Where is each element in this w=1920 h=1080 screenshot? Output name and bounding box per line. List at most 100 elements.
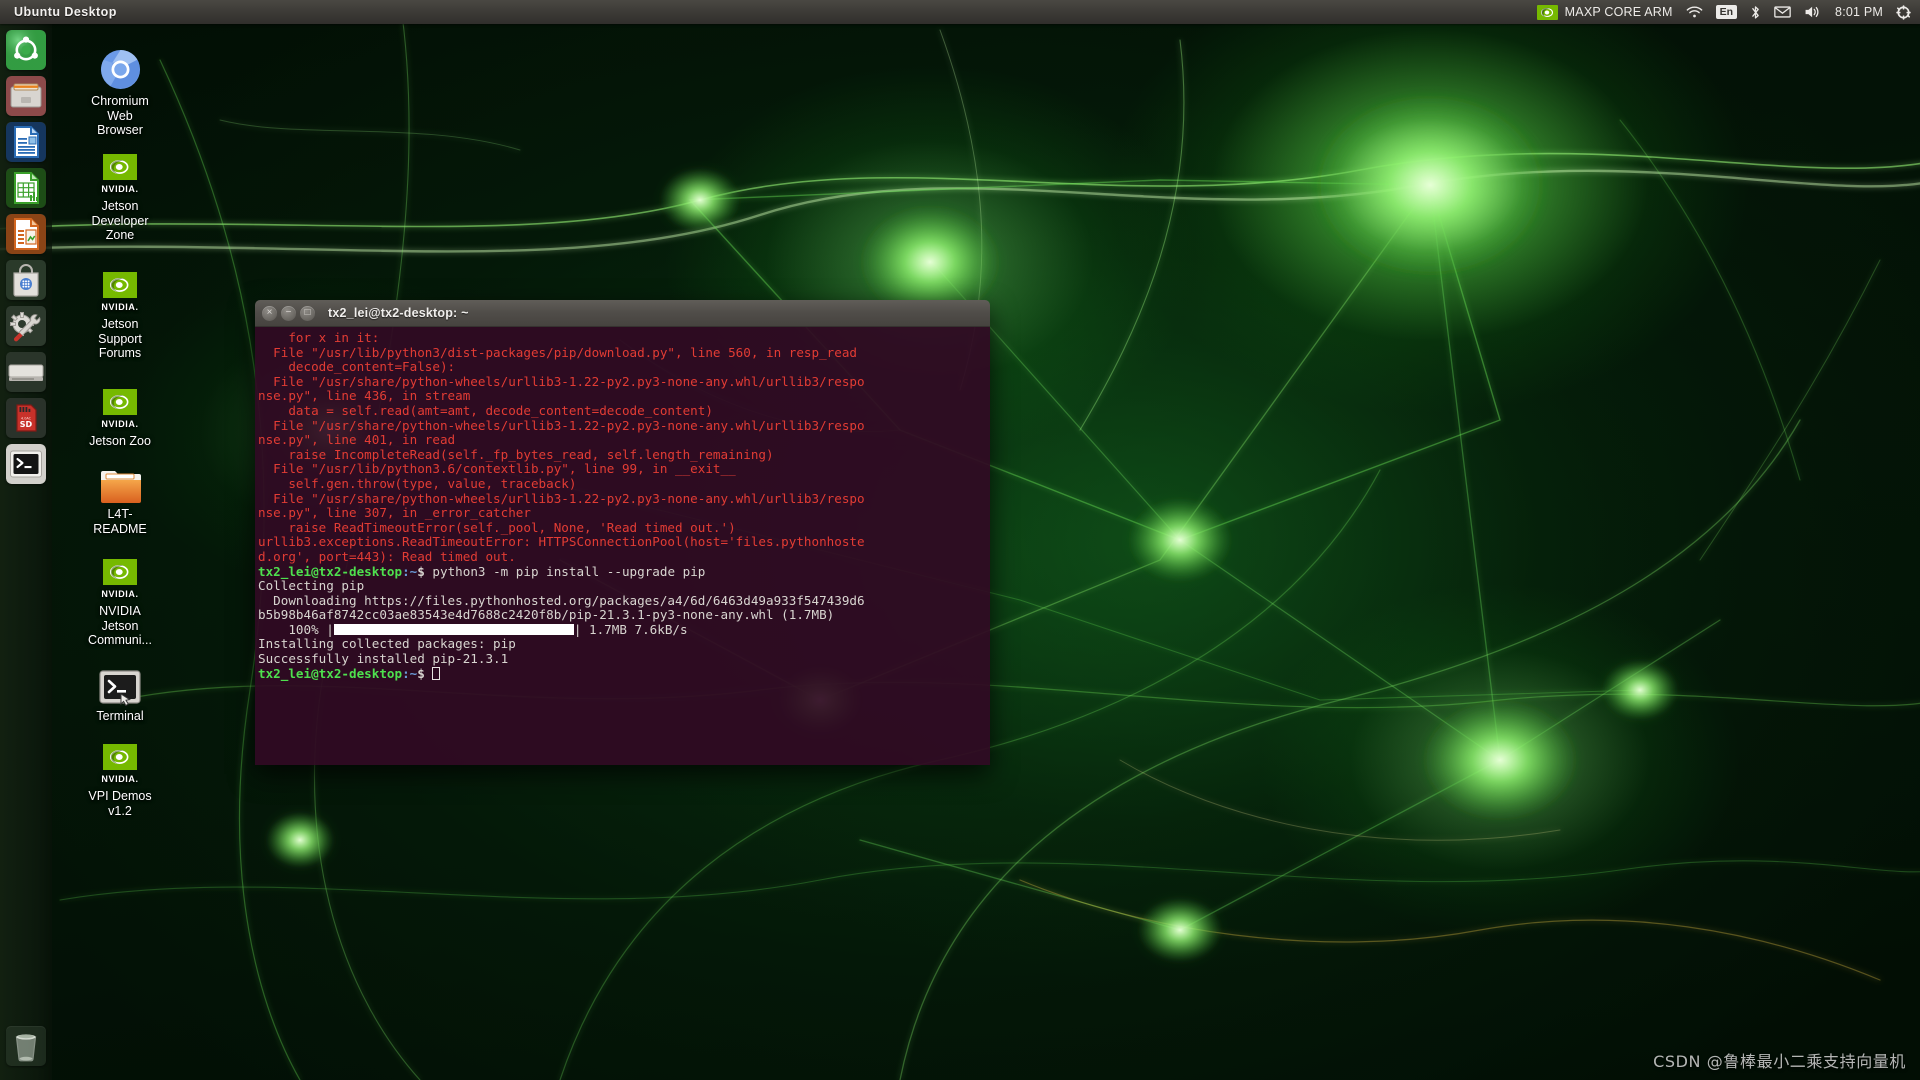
launcher-item-libreoffice-calc[interactable] — [6, 168, 46, 208]
trash-bin-icon — [6, 1026, 46, 1066]
terminal-cursor — [432, 666, 441, 680]
impress-presentation-icon — [6, 214, 46, 254]
desktop-icon-jetson-developer-zone[interactable]: NVIDIA. Jetson Developer Zone — [72, 150, 168, 243]
close-icon[interactable]: × — [262, 305, 277, 321]
desktop-icon-label: Chromium Web Browser — [91, 94, 149, 137]
terminal-line: data = self.read(amt=amt, decode_content… — [258, 402, 713, 418]
writer-document-icon — [6, 122, 46, 162]
launcher-item-sd-card[interactable]: SD 4.0AC — [6, 398, 46, 438]
svg-text:SD: SD — [20, 420, 33, 429]
terminal-line: File "/usr/share/python-wheels/urllib3-1… — [258, 417, 865, 433]
desktop-icon-terminal[interactable]: Terminal — [72, 660, 168, 724]
desktop-icon-chromium[interactable]: Chromium Web Browser — [72, 45, 168, 138]
bluetooth-icon[interactable] — [1750, 5, 1761, 20]
terminal-line: File "/usr/lib/python3/dist-packages/pip… — [258, 344, 857, 360]
keyboard-layout-indicator[interactable]: En — [1715, 5, 1738, 19]
nvidia-wordmark: NVIDIA. — [101, 301, 139, 312]
desktop-icon-jetson-support-forums[interactable]: NVIDIA. Jetson Support Forums — [72, 268, 168, 361]
nvidia-wordmark: NVIDIA. — [101, 183, 139, 194]
progress-suffix: | 1.7MB 7.6kB/s — [573, 621, 688, 637]
launcher-item-ubuntu-dash[interactable] — [6, 30, 46, 70]
desktop-icon-vpi-demos[interactable]: NVIDIA. VPI Demos v1.2 — [72, 740, 168, 818]
gear-wrench-icon — [6, 306, 46, 346]
desktop-icon-jetson-community[interactable]: NVIDIA. NVIDIA Jetson Communi... — [72, 555, 168, 648]
terminal-icon — [72, 660, 168, 706]
envelope-icon[interactable] — [1774, 6, 1791, 18]
nvidia-indicator-label: MAXP CORE ARM — [1564, 5, 1673, 19]
minimize-icon[interactable]: − — [281, 305, 296, 321]
launcher-item-disk-drive[interactable] — [6, 352, 46, 392]
nvidia-icon: NVIDIA. — [72, 268, 168, 314]
shell-prompt-user: tx2_lei@tx2-desktop — [258, 563, 403, 579]
terminal-icon — [6, 444, 46, 484]
gear-power-icon[interactable] — [1896, 4, 1911, 20]
shell-prompt-user: tx2_lei@tx2-desktop — [258, 665, 403, 681]
terminal-line: File "/usr/share/python-wheels/urllib3-1… — [258, 490, 865, 506]
terminal-line: d.org', port=443): Read timed out. — [258, 548, 516, 564]
desktop-icon-jetson-zoo[interactable]: NVIDIA. Jetson Zoo — [72, 385, 168, 449]
nvidia-eye-icon — [1536, 4, 1558, 20]
launcher-item-libreoffice-impress[interactable] — [6, 214, 46, 254]
folder-icon — [72, 458, 168, 504]
shell-command: python3 -m pip install --upgrade pip — [432, 563, 706, 579]
progress-bar — [333, 623, 574, 635]
terminal-titlebar[interactable]: × − □ tx2_lei@tx2-desktop: ~ — [255, 300, 990, 327]
software-center-bag-icon — [6, 260, 46, 300]
terminal-line: Downloading https://files.pythonhosted.o… — [258, 592, 865, 608]
launcher-item-system-settings[interactable] — [6, 306, 46, 346]
nvidia-wordmark: NVIDIA. — [101, 773, 139, 784]
clock[interactable]: 8:01 PM — [1835, 5, 1883, 19]
launcher-item-ubuntu-software[interactable] — [6, 260, 46, 300]
desktop-icon-label: NVIDIA Jetson Communi... — [88, 604, 152, 647]
panel-indicators: MAXP CORE ARM En 8:01 PM — [1536, 4, 1920, 20]
shell-prompt-symbol: $ — [417, 665, 433, 681]
terminal-line: self.gen.throw(type, value, traceback) — [258, 475, 577, 491]
launcher-item-libreoffice-writer[interactable] — [6, 122, 46, 162]
panel-title: Ubuntu Desktop — [14, 5, 117, 19]
unity-launcher: SD 4.0AC — [0, 24, 52, 1080]
terminal-output: for x in it: File "/usr/lib/python3/dist… — [258, 330, 990, 682]
shell-prompt-symbol: $ — [417, 563, 433, 579]
desktop-icon-l4t-readme[interactable]: L4T- README — [72, 458, 168, 536]
terminal-title: tx2_lei@tx2-desktop: ~ — [328, 306, 469, 320]
speaker-icon[interactable] — [1804, 5, 1822, 19]
desktop-icon-label: L4T- README — [93, 507, 147, 536]
launcher-item-trash[interactable] — [6, 1026, 46, 1066]
terminal-window[interactable]: × − □ tx2_lei@tx2-desktop: ~ for x in it… — [255, 300, 990, 765]
launcher-item-files[interactable] — [6, 76, 46, 116]
terminal-line: tx2_lei@tx2-desktop:~$ python3 -m pip in… — [258, 563, 990, 580]
progress-prefix: 100% | — [258, 621, 334, 637]
desktop-icon-label: Jetson Developer Zone — [91, 199, 149, 242]
desktop-icon-label: Terminal — [96, 709, 144, 723]
terminal-line: File "/usr/lib/python3.6/contextlib.py",… — [258, 461, 736, 477]
terminal-line: nse.py", line 436, in stream — [258, 388, 471, 404]
terminal-line: nse.py", line 307, in _error_catcher — [258, 505, 531, 521]
terminal-body[interactable]: for x in it: File "/usr/lib/python3/dist… — [255, 327, 990, 765]
terminal-line: File "/usr/share/python-wheels/urllib3-1… — [258, 373, 865, 389]
file-manager-icon — [6, 76, 46, 116]
maximize-icon[interactable]: □ — [300, 305, 315, 321]
terminal-line: Installing collected packages: pip — [258, 636, 516, 652]
svg-text:4.0AC: 4.0AC — [21, 417, 32, 421]
terminal-line: raise ReadTimeoutError(self._pool, None,… — [258, 519, 736, 535]
desktop-icon-label: Jetson Support Forums — [98, 317, 142, 360]
calc-spreadsheet-icon — [6, 168, 46, 208]
terminal-line: 100% | | 1.7MB 7.6kB/s — [258, 621, 990, 638]
nvidia-icon: NVIDIA. — [72, 385, 168, 431]
desktop-icon-label: VPI Demos v1.2 — [88, 789, 152, 818]
desktop-icon-label: Jetson Zoo — [89, 434, 151, 448]
terminal-line: tx2_lei@tx2-desktop:~$ — [258, 665, 990, 682]
nvidia-icon: NVIDIA. — [72, 555, 168, 601]
nvidia-wordmark: NVIDIA. — [101, 588, 139, 599]
wifi-icon[interactable] — [1686, 5, 1703, 19]
terminal-line: for x in it: — [258, 330, 380, 345]
hard-drive-icon — [6, 352, 46, 392]
terminal-line: Successfully installed pip-21.3.1 — [258, 651, 509, 667]
watermark: CSDN @鲁棒最小二乘支持向量机 — [1653, 1052, 1906, 1071]
launcher-item-terminal[interactable] — [6, 444, 46, 484]
shell-prompt-path: :~ — [402, 665, 418, 681]
nvidia-indicator[interactable]: MAXP CORE ARM — [1536, 4, 1673, 20]
terminal-line: urllib3.exceptions.ReadTimeoutError: HTT… — [258, 534, 865, 550]
top-panel: Ubuntu Desktop MAXP CORE ARM En 8:01 PM — [0, 0, 1920, 24]
nvidia-icon: NVIDIA. — [72, 150, 168, 196]
